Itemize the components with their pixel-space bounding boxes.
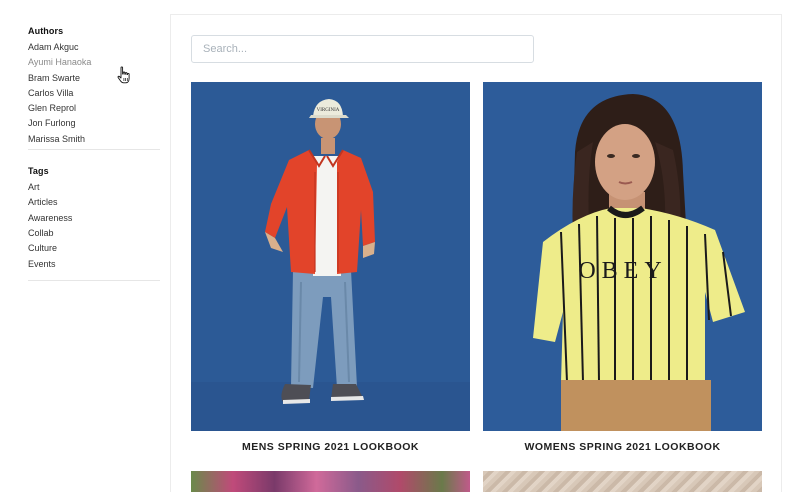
lookbook-image-mens[interactable]: VIRGINIA [191,82,470,431]
mens-lookbook-photo: VIRGINIA [191,82,470,431]
search-input[interactable] [191,35,534,63]
author-link-adam-akguc[interactable]: Adam Akguc [28,40,160,55]
tag-link-culture[interactable]: Culture [28,241,160,256]
main-content: VIRGINIA MENS SPRING 2021 LOOKBOOK [170,14,782,492]
author-link-ayumi-hanaoka[interactable]: Ayumi Hanaoka [28,55,160,70]
tag-link-collab[interactable]: Collab [28,226,160,241]
authors-list: Adam Akguc Ayumi Hanaoka Bram Swarte Car… [28,40,160,147]
author-link-carlos-villa[interactable]: Carlos Villa [28,86,160,101]
shirt-text: OBEY [578,258,667,284]
author-link-glen-reprol[interactable]: Glen Reprol [28,101,160,116]
tags-list: Art Articles Awareness Collab Culture Ev… [28,180,160,272]
lookbook-title-mens[interactable]: MENS SPRING 2021 LOOKBOOK [191,441,470,453]
lookbook-title-womens[interactable]: WOMENS SPRING 2021 LOOKBOOK [483,441,762,453]
lookbook-thumbnail[interactable] [191,471,470,492]
tags-heading: Tags [28,166,49,177]
authors-heading: Authors [28,26,64,36]
tag-link-awareness[interactable]: Awareness [28,211,160,226]
tag-link-art[interactable]: Art [28,180,160,195]
sidebar: Authors Adam Akguc Ayumi Hanaoka Bram Sw… [28,26,160,281]
womens-lookbook-photo: OBEY [483,82,762,431]
tag-link-events[interactable]: Events [28,257,160,272]
sidebar-divider [28,149,160,151]
lookbook-thumbnail[interactable] [483,471,762,492]
author-link-jon-furlong[interactable]: Jon Furlong [28,116,160,131]
tag-link-articles[interactable]: Articles [28,195,160,210]
lookbook-image-womens[interactable]: OBEY [483,82,762,431]
author-link-bram-swarte[interactable]: Bram Swarte [28,71,160,86]
cap-text: VIRGINIA [317,108,340,113]
sidebar-divider [28,279,160,281]
lookbook-card-womens[interactable]: OBEY WOMENS SPRING 2021 LOOKBOOK [483,82,762,453]
hand-pointer-cursor-icon [117,66,130,84]
lookbook-card-mens[interactable]: VIRGINIA MENS SPRING 2021 LOOKBOOK [191,82,470,453]
author-link-marissa-smith[interactable]: Marissa Smith [28,132,160,147]
